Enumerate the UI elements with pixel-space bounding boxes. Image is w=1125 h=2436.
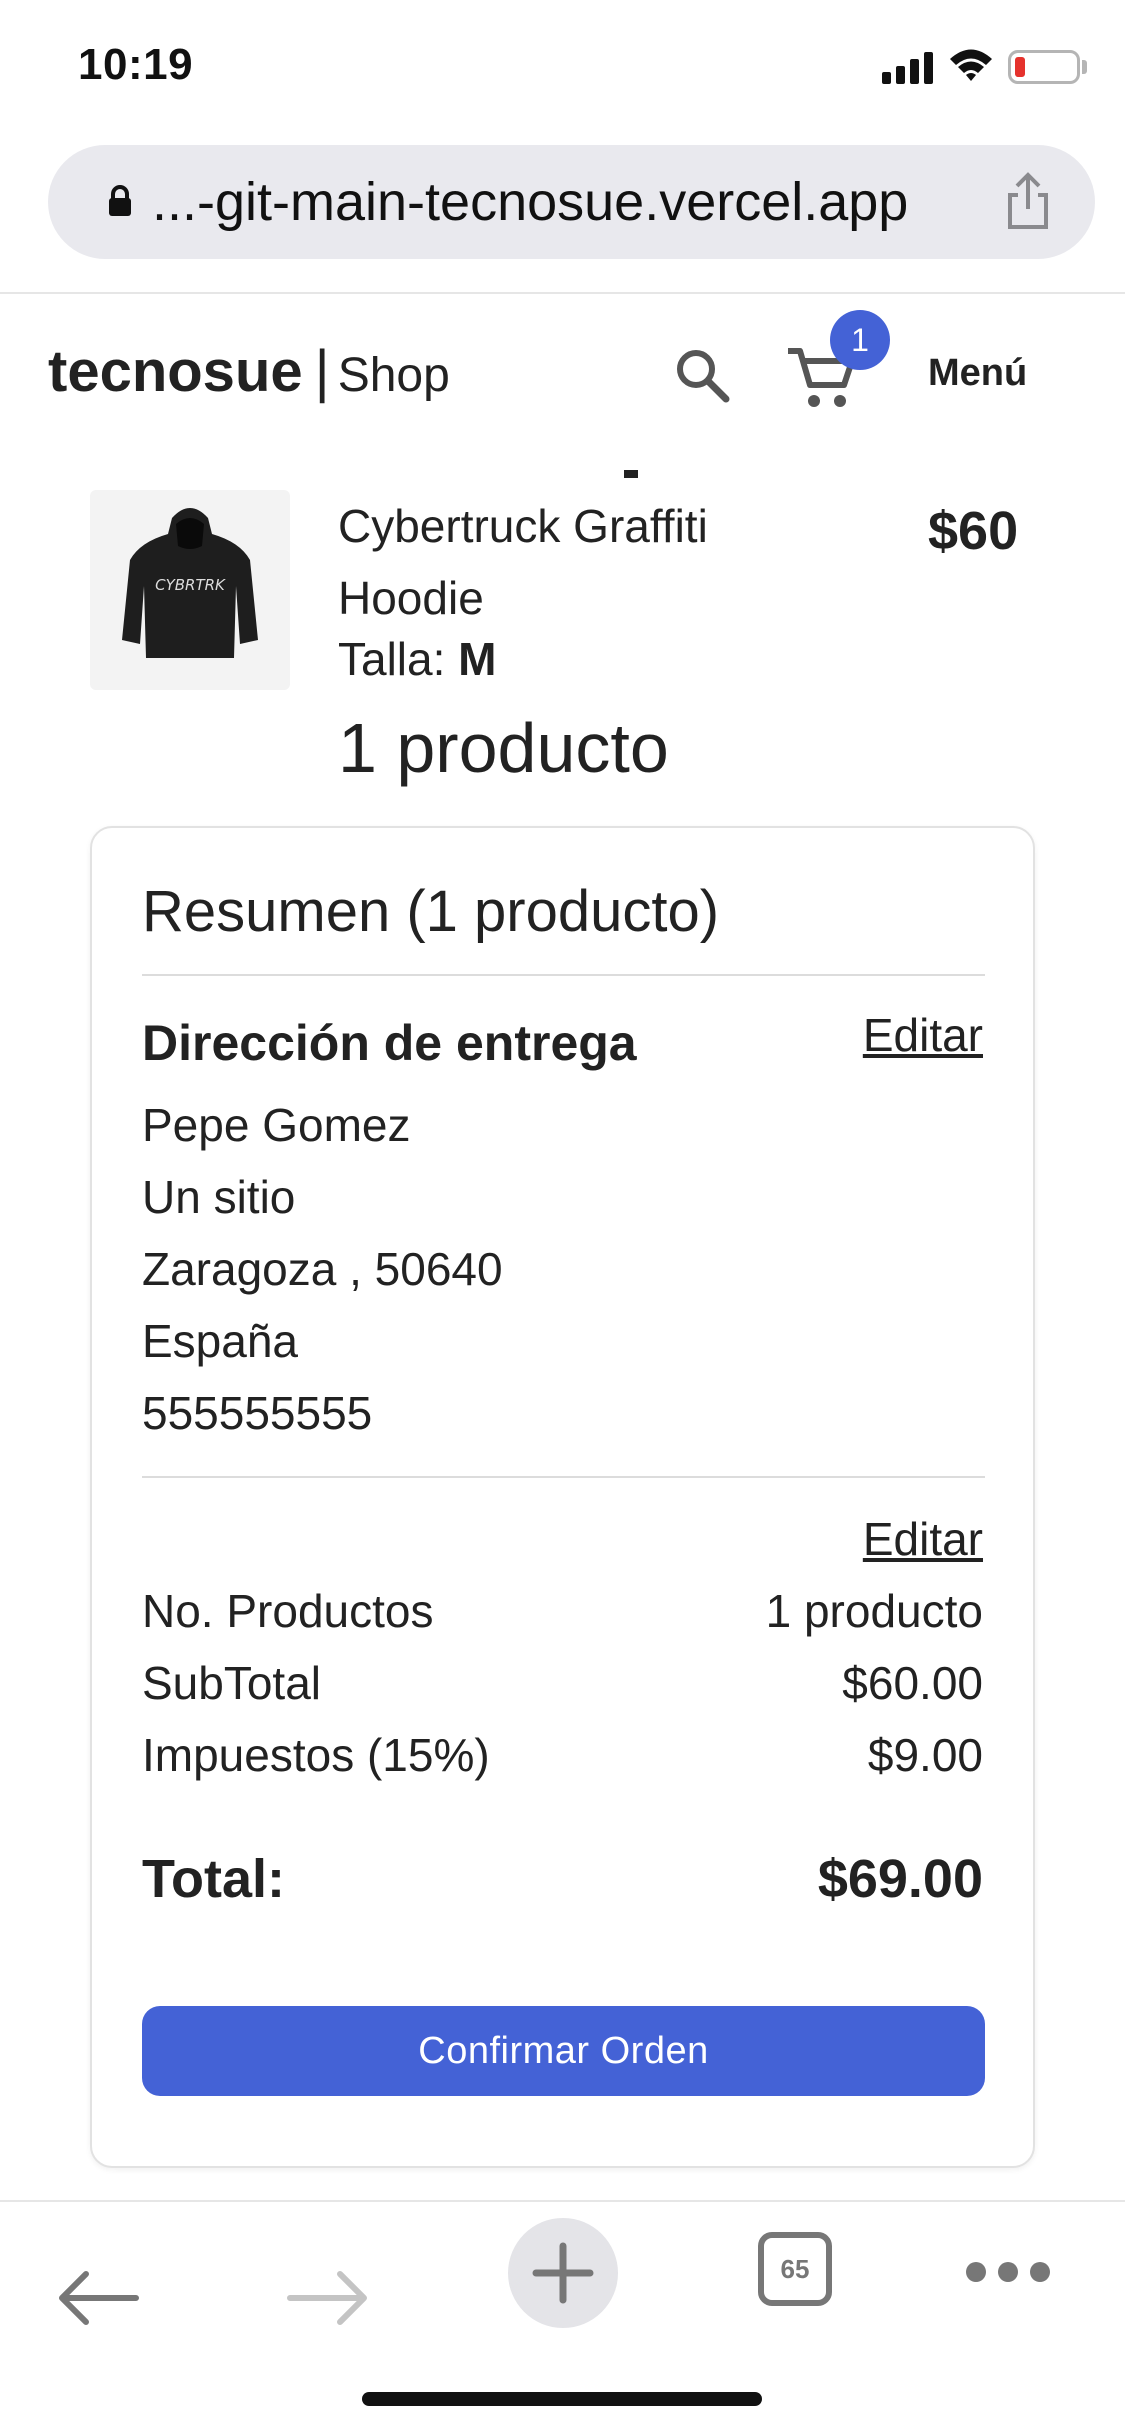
brand-section: Shop: [337, 349, 450, 402]
size-value: M: [458, 633, 497, 685]
product-count: 1 producto: [338, 709, 669, 787]
tabs-icon[interactable]: 65: [758, 2232, 832, 2306]
subtotal-value: $60.00: [842, 1657, 983, 1709]
status-time: 10:19: [78, 40, 194, 89]
edit-address-link[interactable]: Editar: [863, 1008, 983, 1062]
order-summary-card: Resumen (1 producto) Dirección de entreg…: [90, 826, 1035, 2168]
summary-divider: [142, 974, 985, 976]
battery-nub: [1082, 60, 1087, 74]
delivery-address-heading: Dirección de entrega: [142, 1015, 637, 1071]
hoodie-print-text: CYBRTRK: [155, 576, 226, 594]
products-count-label: No. Productos: [142, 1585, 434, 1637]
url-text[interactable]: ...-git-main-tecnosue.vercel.app: [152, 171, 908, 233]
products-count-value: 1 producto: [765, 1585, 983, 1637]
plus-icon: [532, 2242, 594, 2304]
subtotal-label: SubTotal: [142, 1657, 322, 1709]
edit-cart-link[interactable]: Editar: [863, 1512, 983, 1566]
more-icon[interactable]: [966, 2258, 1050, 2288]
product-price: $60: [928, 501, 1019, 561]
address-line: Un sitio: [142, 1171, 296, 1223]
address-bar[interactable]: ...-git-main-tecnosue.vercel.app: [48, 145, 1095, 259]
product-size: Talla: M: [338, 632, 497, 686]
battery-level: [1015, 57, 1025, 77]
summary-title: Resumen (1 producto): [142, 879, 720, 944]
address-divider: [142, 1476, 985, 1478]
cellular-signal-icon: [882, 52, 934, 84]
share-icon[interactable]: [998, 169, 1058, 233]
brand-separator: |: [314, 339, 330, 404]
back-arrow-icon[interactable]: [54, 2268, 142, 2328]
address-line: 555555555: [142, 1387, 373, 1439]
status-bar: 10:19: [0, 0, 1125, 140]
product-name[interactable]: Cybertruck Graffiti Hoodie: [338, 490, 758, 634]
brand-name: tecnosue: [48, 339, 303, 404]
menu-button[interactable]: Menú: [928, 352, 1027, 395]
confirm-order-button[interactable]: Confirmar Orden: [142, 2006, 985, 2096]
brand-logo[interactable]: tecnosue | Shop: [48, 338, 450, 405]
tax-label: Impuestos (15%): [142, 1729, 490, 1781]
product-image[interactable]: CYBRTRK: [90, 490, 290, 690]
home-indicator[interactable]: [362, 2392, 762, 2406]
cart-count-badge[interactable]: 1: [830, 310, 890, 370]
tax-value: $9.00: [867, 1729, 983, 1781]
address-line: España: [142, 1315, 299, 1367]
header-divider: [0, 292, 1125, 294]
lock-icon: [109, 185, 131, 216]
total-label: Total:: [142, 1849, 285, 1909]
address-line: Zaragoza , 50640: [142, 1243, 503, 1295]
size-label: Talla:: [338, 633, 446, 685]
new-tab-button[interactable]: [508, 2218, 618, 2328]
total-value: $69.00: [817, 1849, 983, 1909]
hoodie-image: CYBRTRK: [122, 508, 258, 658]
search-icon[interactable]: [672, 345, 732, 405]
forward-arrow-icon[interactable]: [284, 2268, 372, 2328]
divider-mark: [624, 470, 638, 478]
battery-icon: [1008, 50, 1080, 84]
wifi-icon: [950, 49, 992, 81]
address-line: Pepe Gomez: [142, 1099, 411, 1151]
